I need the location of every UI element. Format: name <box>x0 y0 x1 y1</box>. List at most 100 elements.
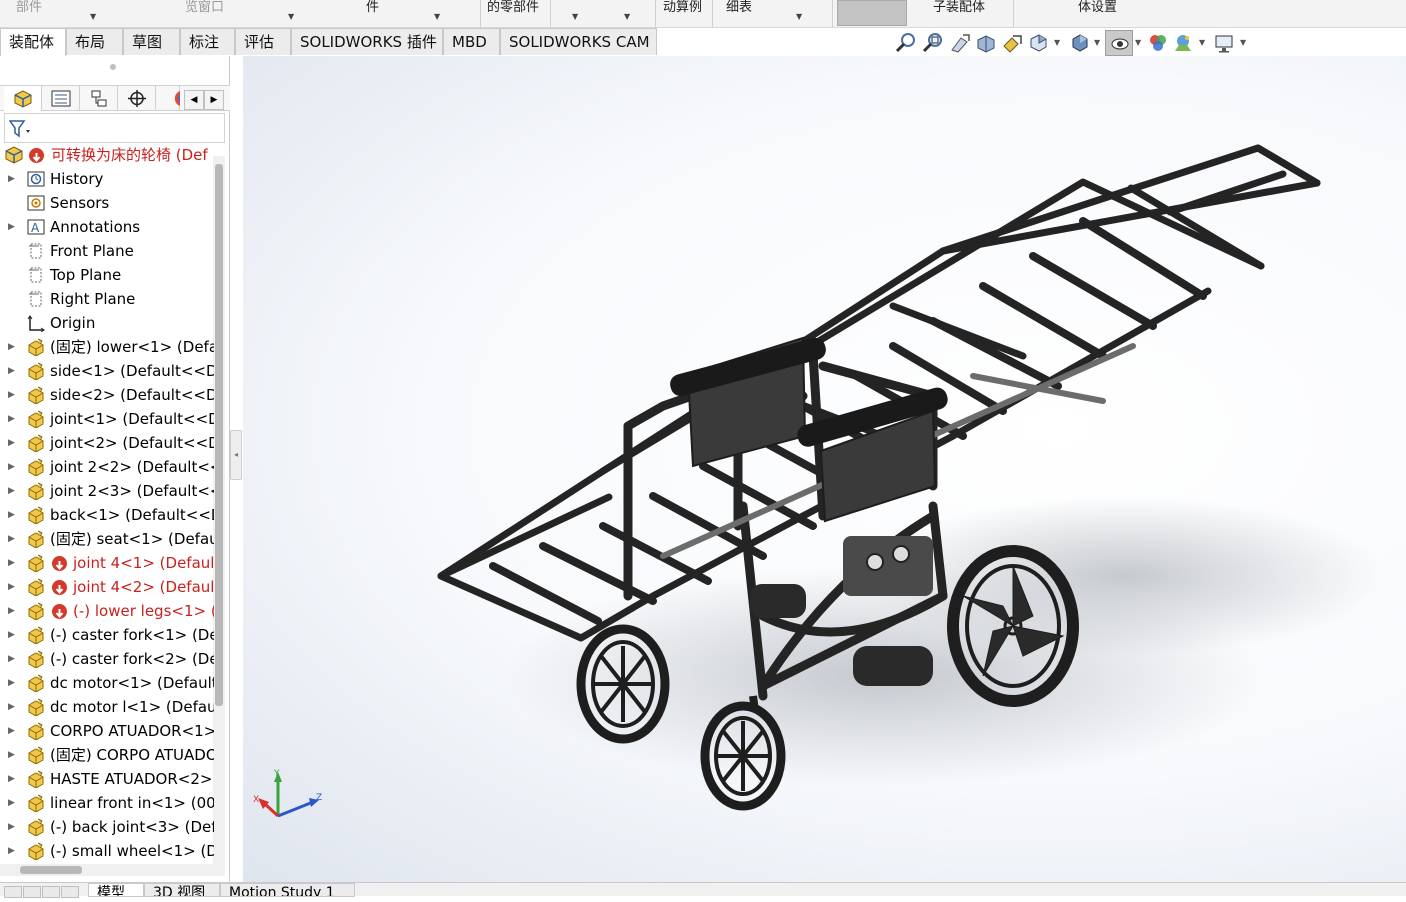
tree-item[interactable]: Sensors <box>0 191 214 215</box>
tree-item[interactable]: ▶ joint 4<1> (Default <box>0 551 214 575</box>
tree-root-assembly[interactable]: 可转换为床的轮椅 (Def <box>0 143 214 167</box>
dynamic-annotation-icon[interactable] <box>1001 32 1023 54</box>
chevron-down-icon[interactable]: ▼ <box>624 12 630 21</box>
expand-arrow-icon[interactable]: ▶ <box>8 551 15 575</box>
ribbon-group-label[interactable]: 部件 <box>16 0 42 27</box>
tab-markup[interactable]: 标注 <box>180 28 235 55</box>
tree-item[interactable]: ▶ joint 2<3> (Default<< <box>0 479 214 503</box>
wheelchair-bed-model[interactable]: Y Z X <box>243 56 1406 882</box>
expand-arrow-icon[interactable]: ▶ <box>8 767 15 791</box>
tree-item[interactable]: ▶ A Annotations <box>0 215 214 239</box>
view-orientation-icon[interactable] <box>1027 32 1049 54</box>
tab-layout[interactable]: 布局 <box>66 28 123 55</box>
tab-motion-study-1[interactable]: Motion Study 1 <box>220 883 355 897</box>
tab-sketch[interactable]: 草图 <box>123 28 180 55</box>
tab-dimxpert-manager[interactable] <box>118 86 156 111</box>
tree-item[interactable]: ▶ dc motor<1> (Default <box>0 671 214 695</box>
tree-item[interactable]: ▶ History <box>0 167 214 191</box>
hide-show-items-button[interactable] <box>1105 30 1133 56</box>
ribbon-group-label[interactable]: 览窗口 <box>185 0 224 27</box>
edit-appearance-icon[interactable] <box>1147 32 1169 54</box>
expand-arrow-icon[interactable]: ▶ <box>8 791 15 815</box>
expand-arrow-icon[interactable]: ▶ <box>8 671 15 695</box>
tree-hscrollbar-thumb[interactable] <box>20 866 82 874</box>
tree-item[interactable]: ▶ (固定) CORPO ATUADO <box>0 743 214 767</box>
expand-arrow-icon[interactable]: ▶ <box>8 623 15 647</box>
expand-arrow-icon[interactable]: ▶ <box>8 647 15 671</box>
tab-assembly[interactable]: 装配体 <box>0 28 66 56</box>
tab-model[interactable]: 模型 <box>88 883 144 897</box>
ribbon-group-label[interactable]: 的零部件 <box>487 0 539 27</box>
tree-item[interactable]: ▶ side<1> (Default<<De <box>0 359 214 383</box>
panel-grip-handle[interactable] <box>110 64 116 70</box>
zoom-to-fit-icon[interactable] <box>895 32 917 54</box>
tree-item[interactable]: Right Plane <box>0 287 214 311</box>
expand-arrow-icon[interactable]: ▶ <box>8 695 15 719</box>
tree-item[interactable]: ▶ joint 4<2> (Default <box>0 575 214 599</box>
tree-item[interactable]: ▶ CORPO ATUADOR<1> <box>0 719 214 743</box>
scroll-left-button[interactable]: ◀ <box>184 90 204 110</box>
chevron-down-icon[interactable]: ▼ <box>572 12 578 21</box>
tree-item[interactable]: ▶ (-) small wheel<1> (De <box>0 839 214 863</box>
expand-arrow-icon[interactable]: ▶ <box>8 359 15 383</box>
tree-item[interactable]: ▶ dc motor l<1> (Defau <box>0 695 214 719</box>
tree-scrollbar-thumb[interactable] <box>215 164 223 706</box>
tree-item[interactable]: Front Plane <box>0 239 214 263</box>
tab-property-manager[interactable] <box>42 86 80 111</box>
tree-item[interactable]: ▶ linear front in<1> (00 <box>0 791 214 815</box>
expand-arrow-icon[interactable]: ▶ <box>8 839 15 863</box>
expand-arrow-icon[interactable]: ▶ <box>8 335 15 359</box>
tree-item[interactable]: ▶ joint<2> (Default<<D <box>0 431 214 455</box>
tree-item[interactable]: ▶ HASTE ATUADOR<2> <box>0 767 214 791</box>
tree-item[interactable]: ▶ (-) back joint<3> (Def <box>0 815 214 839</box>
expand-arrow-icon[interactable]: ▶ <box>8 599 15 623</box>
tree-item[interactable]: ▶ (-) caster fork<1> (De <box>0 623 214 647</box>
expand-arrow-icon[interactable]: ▶ <box>8 527 15 551</box>
expand-arrow-icon[interactable]: ▶ <box>8 455 15 479</box>
tree-item[interactable]: ▶ (固定) lower<1> (Defa <box>0 335 214 359</box>
chevron-down-icon[interactable]: ▼ <box>1199 38 1205 47</box>
chevron-down-icon[interactable]: ▼ <box>1240 38 1246 47</box>
tab-solidworks-cam[interactable]: SOLIDWORKS CAM <box>500 28 657 55</box>
next-tab-button[interactable] <box>42 886 60 898</box>
display-style-icon[interactable] <box>1069 32 1091 54</box>
expand-arrow-icon[interactable]: ▶ <box>8 167 15 191</box>
tab-evaluate[interactable]: 评估 <box>235 28 291 55</box>
scroll-right-button[interactable]: ▶ <box>204 90 224 110</box>
expand-arrow-icon[interactable]: ▶ <box>8 575 15 599</box>
expand-arrow-icon[interactable]: ▶ <box>8 407 15 431</box>
prev-tab-button[interactable] <box>23 886 41 898</box>
panel-collapse-handle[interactable]: ◂ <box>230 430 242 480</box>
tree-item[interactable]: ▶ joint<1> (Default<<D <box>0 407 214 431</box>
ribbon-group-label[interactable]: 动算例 <box>663 0 702 27</box>
chevron-down-icon[interactable]: ▼ <box>1135 38 1141 47</box>
tree-item[interactable]: ▶ side<2> (Default<<De <box>0 383 214 407</box>
expand-arrow-icon[interactable]: ▶ <box>8 815 15 839</box>
ribbon-highlighted-button[interactable] <box>837 0 907 26</box>
expand-arrow-icon[interactable]: ▶ <box>8 215 15 239</box>
expand-arrow-icon[interactable]: ▶ <box>8 479 15 503</box>
expand-arrow-icon[interactable]: ▶ <box>8 383 15 407</box>
tree-item[interactable]: Top Plane <box>0 263 214 287</box>
tree-item[interactable]: Origin <box>0 311 214 335</box>
previous-view-icon[interactable] <box>949 32 971 54</box>
ribbon-group-label[interactable]: 体设置 <box>1078 0 1117 27</box>
expand-arrow-icon[interactable]: ▶ <box>8 431 15 455</box>
expand-arrow-icon[interactable]: ▶ <box>8 719 15 743</box>
expand-arrow-icon[interactable]: ▶ <box>8 503 15 527</box>
feature-tree-filter[interactable] <box>4 113 225 143</box>
tab-feature-manager[interactable] <box>4 86 42 111</box>
chevron-down-icon[interactable]: ▼ <box>288 12 294 21</box>
tab-solidworks-addins[interactable]: SOLIDWORKS 插件 <box>291 28 443 55</box>
section-view-icon[interactable] <box>975 32 997 54</box>
tree-item[interactable]: ▶ back<1> (Default<<D <box>0 503 214 527</box>
chevron-down-icon[interactable]: ▼ <box>434 12 440 21</box>
tab-configuration-manager[interactable] <box>80 86 118 111</box>
chevron-down-icon[interactable]: ▼ <box>1054 38 1060 47</box>
chevron-down-icon[interactable]: ▼ <box>1094 38 1100 47</box>
expand-arrow-icon[interactable]: ▶ <box>8 743 15 767</box>
ribbon-group-label[interactable]: 子装配体 <box>933 0 985 27</box>
tree-item[interactable]: ▶ (固定) seat<1> (Defaul <box>0 527 214 551</box>
tree-item[interactable]: ▶ (-) caster fork<2> (De <box>0 647 214 671</box>
ribbon-group-label[interactable]: 件 <box>366 0 379 27</box>
